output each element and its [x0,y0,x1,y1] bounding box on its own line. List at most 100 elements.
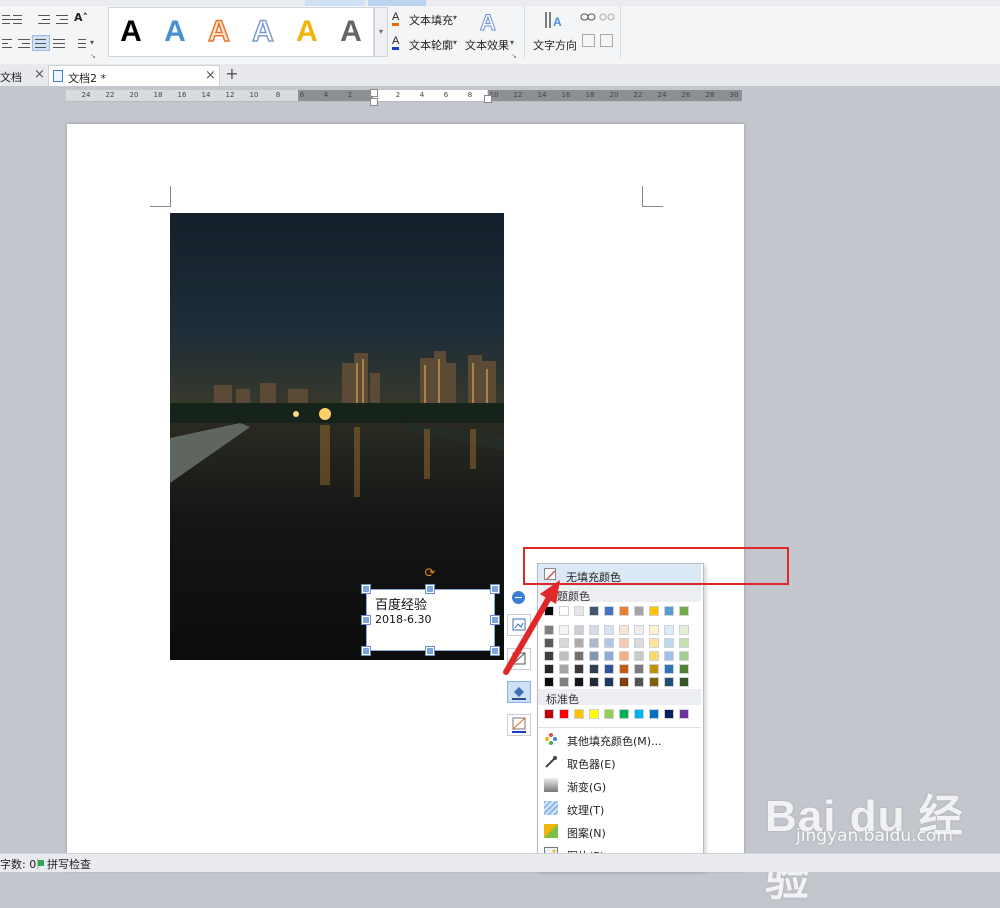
theme-color-swatch[interactable] [589,606,599,616]
theme-shade-swatch[interactable] [604,664,614,674]
theme-shade-swatch[interactable] [574,664,584,674]
align-center-icon[interactable] [0,36,16,50]
theme-shade-swatch[interactable] [589,651,599,661]
gradient-item[interactable]: 渐变(G) [538,774,701,796]
left-indent-marker[interactable] [370,89,378,97]
theme-shade-swatch[interactable] [634,625,644,635]
theme-color-swatch[interactable] [649,606,659,616]
more-fill-colors-item[interactable]: 其他填充颜色(M)... [538,728,701,750]
word-count[interactable]: 字数: 0 [0,856,36,872]
texture-item[interactable]: 纹理(T) [538,797,701,819]
first-line-indent-marker[interactable] [370,98,378,106]
text-box-title[interactable]: 百度经验 [375,594,427,613]
theme-shade-swatch[interactable] [619,677,629,687]
standard-color-swatch[interactable] [664,709,674,719]
theme-shade-swatch[interactable] [544,677,554,687]
resize-handle[interactable] [426,647,434,655]
theme-color-swatch[interactable] [634,606,644,616]
resize-handle[interactable] [426,585,434,593]
text-style-gray[interactable]: A [333,14,369,50]
text-outline-button[interactable]: 文本轮廓 [409,37,453,53]
theme-shade-swatch[interactable] [589,677,599,687]
theme-color-swatch[interactable] [664,606,674,616]
resize-handle[interactable] [491,585,499,593]
resize-handle[interactable] [491,616,499,624]
theme-shade-swatch[interactable] [574,625,584,635]
standard-color-swatch[interactable] [634,709,644,719]
resize-handle[interactable] [491,647,499,655]
spell-check-button[interactable]: 拼写检查 [47,856,91,872]
theme-shade-swatch[interactable] [649,638,659,648]
text-style-white-outline[interactable]: A [245,14,281,50]
outline-button[interactable] [507,714,531,736]
dropdown-arrow-icon[interactable]: ▾ [90,38,94,47]
text-fill-icon[interactable]: A [392,11,400,26]
theme-shade-swatch[interactable] [574,677,584,687]
eyedropper-item[interactable]: 取色器(E) [538,751,701,773]
text-effect-button[interactable]: 文本效果 [465,37,509,53]
break-link-icon[interactable] [599,12,615,22]
theme-color-swatch[interactable] [604,606,614,616]
theme-shade-swatch[interactable] [634,677,644,687]
close-tab-icon[interactable]: × [34,67,45,82]
text-effect-dropdown-icon[interactable]: ▾ [510,38,514,47]
text-box-margin-icon[interactable] [600,34,613,47]
theme-shade-swatch[interactable] [574,651,584,661]
text-fill-dropdown-icon[interactable]: ▾ [453,13,457,22]
justify-icon[interactable] [32,35,50,51]
theme-shade-swatch[interactable] [604,651,614,661]
text-style-orange-outline[interactable]: A [201,14,237,50]
theme-shade-swatch[interactable] [604,625,614,635]
new-tab-button[interactable]: + [224,64,240,86]
theme-shade-swatch[interactable] [679,638,689,648]
fill-button[interactable] [507,681,531,703]
text-outline-dropdown-icon[interactable]: ▾ [453,38,457,47]
dialog-launcher-icon[interactable]: ↘ [90,52,96,60]
theme-shade-swatch[interactable] [604,638,614,648]
text-effect-icon[interactable]: A [480,10,497,36]
text-box-date[interactable]: 2018-6.30 [375,613,431,626]
standard-color-swatch[interactable] [679,709,689,719]
text-box-align-icon[interactable] [582,34,595,47]
theme-color-swatch[interactable] [619,606,629,616]
document-tab[interactable]: 文档 × [0,65,48,86]
text-style-gold[interactable]: A [289,14,325,50]
theme-shade-swatch[interactable] [679,651,689,661]
theme-shade-swatch[interactable] [619,625,629,635]
theme-shade-swatch[interactable] [664,638,674,648]
font-size-grow-icon[interactable]: A˄ [74,11,88,24]
theme-shade-swatch[interactable] [559,677,569,687]
decrease-indent-icon[interactable] [36,12,52,26]
theme-shade-swatch[interactable] [619,638,629,648]
resize-handle[interactable] [362,616,370,624]
theme-shade-swatch[interactable] [649,677,659,687]
distributed-align-icon[interactable] [51,36,67,50]
increase-indent-icon[interactable] [54,12,70,26]
text-style-black[interactable]: A [113,14,149,50]
line-spacing-icon[interactable] [72,36,88,50]
ribbon-tab-active-text[interactable] [368,0,426,6]
text-group-launcher-icon[interactable]: ↘ [511,52,517,60]
text-fill-button[interactable]: 文本填充 [409,12,453,28]
theme-shade-swatch[interactable] [619,651,629,661]
theme-shade-swatch[interactable] [589,638,599,648]
theme-shade-swatch[interactable] [679,625,689,635]
pattern-item[interactable]: 图案(N) [538,820,701,842]
theme-shade-swatch[interactable] [664,664,674,674]
theme-shade-swatch[interactable] [634,664,644,674]
theme-color-swatch[interactable] [679,606,689,616]
theme-shade-swatch[interactable] [589,664,599,674]
theme-color-swatch[interactable] [574,606,584,616]
theme-shade-swatch[interactable] [604,677,614,687]
text-direction-button[interactable]: 文字方向 [533,37,577,53]
align-right-icon[interactable] [16,36,32,50]
theme-shade-swatch[interactable] [634,651,644,661]
theme-shade-swatch[interactable] [679,664,689,674]
text-outline-icon[interactable]: A [392,35,400,50]
theme-shade-swatch[interactable] [649,651,659,661]
theme-shade-swatch[interactable] [649,625,659,635]
theme-shade-swatch[interactable] [664,651,674,661]
theme-shade-swatch[interactable] [664,677,674,687]
ribbon-tab-active-drawing[interactable] [305,0,365,6]
bullet-list-icon[interactable] [8,12,24,26]
